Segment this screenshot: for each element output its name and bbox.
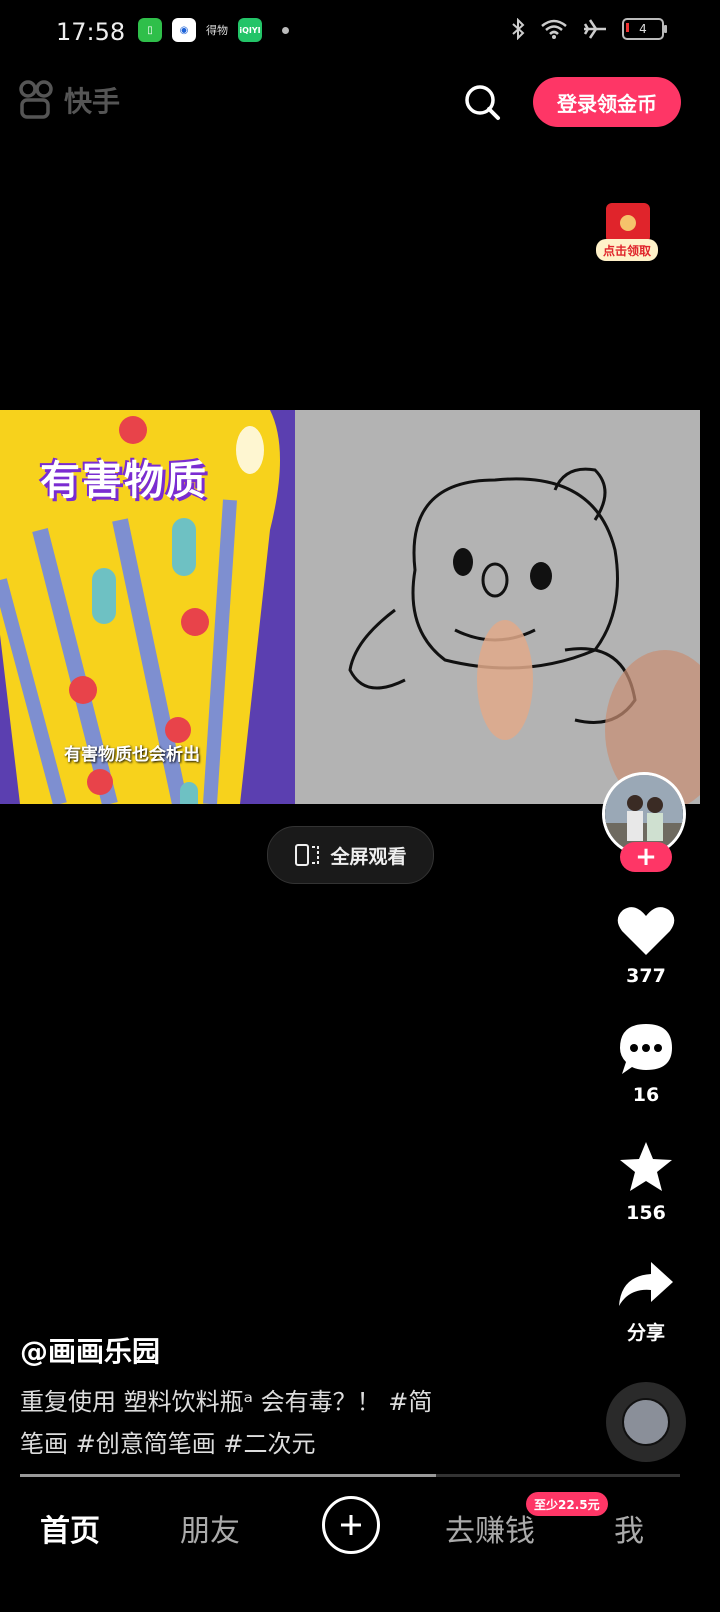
- video-progress-bar[interactable]: [20, 1474, 680, 1477]
- video-right-panel: [295, 410, 700, 804]
- create-post-button[interactable]: [322, 1496, 380, 1554]
- browser-app-icon: ◉: [172, 18, 196, 42]
- comment-button[interactable]: 16: [605, 1022, 687, 1106]
- logo-text: 快手: [64, 85, 121, 118]
- more-notifications-icon: [282, 26, 289, 34]
- notification-icons: ▯ ◉ 得物 iQIYI: [138, 18, 289, 42]
- nav-friends[interactable]: 朋友: [180, 1506, 240, 1550]
- like-count: 377: [626, 965, 666, 987]
- heart-icon: [617, 907, 675, 955]
- rotate-screen-icon: [295, 844, 320, 866]
- music-cover-icon: [622, 1398, 670, 1446]
- drawing-illustration: [295, 410, 700, 804]
- music-disc-button[interactable]: [606, 1382, 686, 1462]
- comment-count: 16: [632, 1084, 660, 1106]
- progress-fill: [20, 1474, 436, 1477]
- earn-badge: 至少22.5元: [526, 1492, 608, 1516]
- follow-button[interactable]: +: [620, 842, 672, 872]
- system-status-icons: 4: [510, 18, 667, 40]
- video-title-text: 有害物质: [40, 458, 208, 504]
- nav-me[interactable]: 我: [614, 1506, 644, 1550]
- description-line-2: 笔画 #创意简笔画 #二次元: [20, 1430, 316, 1458]
- description-line-1: 重复使用 塑料饮料瓶ᵃ 会有毒？！ #简: [20, 1388, 433, 1416]
- bluetooth-icon: [512, 18, 525, 40]
- login-earn-coins-button[interactable]: 登录领金币: [533, 77, 681, 127]
- kuaishou-logo-icon: [19, 80, 53, 119]
- iqiyi-app-icon: iQIYI: [238, 18, 262, 42]
- red-packet-tag: 点击领取: [596, 239, 658, 261]
- share-arrow-icon: [619, 1262, 673, 1306]
- fullscreen-button[interactable]: 全屏观看: [267, 826, 434, 884]
- video-subtitle-text: 有害物质也会析出: [64, 745, 200, 765]
- nav-home[interactable]: 首页: [40, 1506, 100, 1550]
- video-description[interactable]: 重复使用 塑料饮料瓶ᵃ 会有毒？！ #简 笔画 #创意简笔画 #二次元: [20, 1381, 520, 1465]
- comment-icon: [620, 1024, 672, 1074]
- favorite-button[interactable]: 156: [605, 1140, 687, 1224]
- search-icon[interactable]: [462, 82, 502, 122]
- coin-icon: [620, 215, 636, 231]
- airplane-mode-icon: [583, 19, 606, 39]
- star-icon: [620, 1142, 672, 1191]
- video-left-panel: 有害物质 有害物质也会析出: [0, 410, 295, 804]
- share-button[interactable]: 分享: [605, 1260, 687, 1345]
- battery-indicator: 4: [622, 18, 667, 40]
- kuaishou-logo[interactable]: 快手: [18, 80, 120, 120]
- favorite-count: 156: [626, 1202, 666, 1224]
- share-label: 分享: [626, 1322, 665, 1344]
- nav-earn[interactable]: 去赚钱: [445, 1506, 535, 1550]
- bottom-nav: 首页 朋友 去赚钱 至少22.5元 我: [0, 1480, 720, 1580]
- dewu-app-icon: 得物: [206, 24, 228, 37]
- plus-icon: [341, 1515, 361, 1535]
- author-name[interactable]: @画画乐园: [20, 1330, 160, 1370]
- fullscreen-label: 全屏观看: [330, 845, 407, 868]
- battery-app-icon: ▯: [138, 18, 162, 42]
- wifi-icon: [541, 19, 567, 39]
- status-time: 17:58: [56, 18, 126, 46]
- red-packet-widget[interactable]: 点击领取: [596, 203, 658, 263]
- like-button[interactable]: 377: [605, 905, 687, 987]
- video-player[interactable]: 有害物质 有害物质也会析出: [0, 410, 700, 804]
